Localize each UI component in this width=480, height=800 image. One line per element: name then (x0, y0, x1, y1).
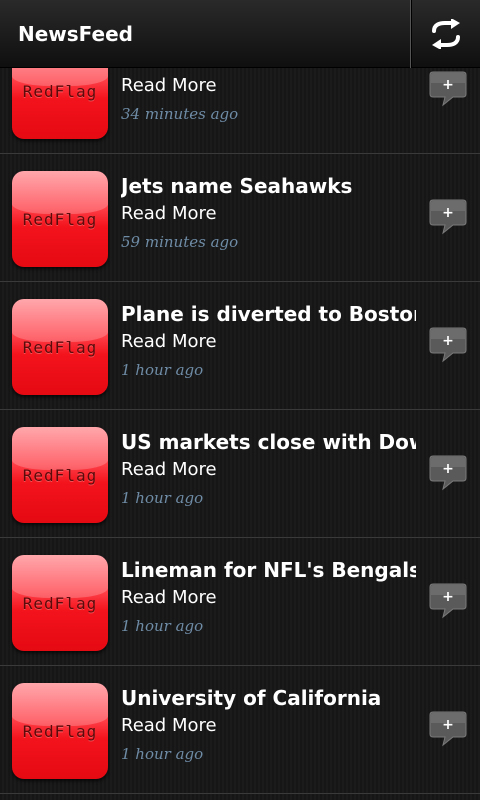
speech-bubble-plus-icon: + (429, 71, 467, 107)
redflag-thumbnail: RedFlag (12, 427, 108, 523)
news-item[interactable]: RedFlag Lineman for NFL's Bengals Read M… (0, 538, 480, 666)
redflag-thumbnail: RedFlag (12, 299, 108, 395)
speech-bubble-plus-icon: + (429, 711, 467, 747)
thumbnail-label: RedFlag (22, 593, 98, 613)
read-more-link[interactable]: Read More (121, 586, 217, 610)
svg-text:+: + (442, 77, 454, 93)
add-comment-button[interactable]: + (429, 69, 467, 107)
redflag-thumbnail: RedFlag (12, 683, 108, 779)
news-timestamp: 34 minutes ago (121, 105, 239, 123)
news-timestamp: 1 hour ago (121, 745, 204, 763)
add-comment-button[interactable]: + (429, 453, 467, 491)
svg-text:+: + (442, 205, 454, 221)
news-timestamp: 1 hour ago (121, 361, 204, 379)
read-more-link[interactable]: Read More (121, 330, 217, 354)
read-more-link[interactable]: Read More (121, 74, 217, 98)
news-timestamp: 1 hour ago (121, 617, 204, 635)
add-comment-button[interactable]: + (429, 197, 467, 235)
add-comment-button[interactable]: + (429, 325, 467, 363)
thumbnail-label: RedFlag (22, 465, 98, 485)
news-item[interactable]: RedFlag Jets name Seahawks Read More 59 … (0, 154, 480, 282)
redflag-thumbnail: RedFlag (12, 555, 108, 651)
news-headline: Plane is diverted to Boston's (121, 302, 416, 326)
news-item[interactable]: RedFlag Plane is diverted to Boston's Re… (0, 282, 480, 410)
title-bar: NewsFeed (0, 0, 480, 68)
thumbnail-label: RedFlag (22, 81, 98, 101)
page-title: NewsFeed (18, 22, 133, 46)
title-bar-divider (410, 0, 411, 68)
speech-bubble-plus-icon: + (429, 327, 467, 363)
svg-text:+: + (442, 333, 454, 349)
read-more-link[interactable]: Read More (121, 202, 217, 226)
thumbnail-label: RedFlag (22, 209, 98, 229)
read-more-link[interactable]: Read More (121, 714, 217, 738)
news-headline: University of California (121, 686, 382, 710)
refresh-icon (432, 19, 460, 49)
news-headline: US markets close with Dow, (121, 430, 416, 454)
speech-bubble-plus-icon: + (429, 455, 467, 491)
redflag-thumbnail: RedFlag (12, 171, 108, 267)
news-feed-list: RedFlag Read More 34 minutes ago + RedFl… (0, 26, 480, 794)
add-comment-button[interactable]: + (429, 709, 467, 747)
read-more-link[interactable]: Read More (121, 458, 217, 482)
news-timestamp: 59 minutes ago (121, 233, 239, 251)
news-item[interactable]: RedFlag US markets close with Dow, Read … (0, 410, 480, 538)
news-item[interactable]: RedFlag University of California Read Mo… (0, 666, 480, 794)
svg-text:+: + (442, 717, 454, 733)
news-headline: Lineman for NFL's Bengals (121, 558, 416, 582)
news-headline: Jets name Seahawks (121, 174, 353, 198)
speech-bubble-plus-icon: + (429, 583, 467, 619)
app-screen: NewsFeed RedFlag Read More 34 minutes ag… (0, 0, 480, 800)
refresh-button[interactable] (412, 0, 480, 68)
speech-bubble-plus-icon: + (429, 199, 467, 235)
svg-text:+: + (442, 589, 454, 605)
svg-text:+: + (442, 461, 454, 477)
thumbnail-label: RedFlag (22, 721, 98, 741)
news-timestamp: 1 hour ago (121, 489, 204, 507)
thumbnail-label: RedFlag (22, 337, 98, 357)
add-comment-button[interactable]: + (429, 581, 467, 619)
